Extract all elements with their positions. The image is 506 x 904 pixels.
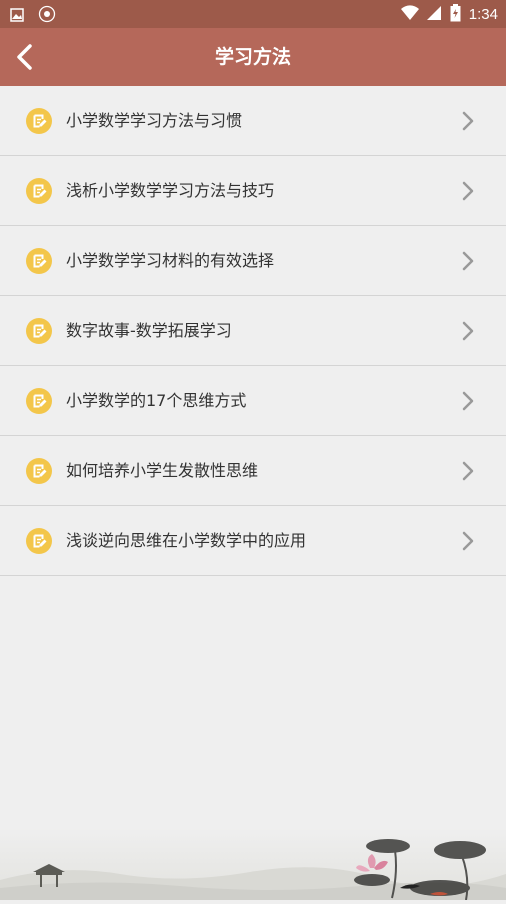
list-item[interactable]: 如何培养小学生发散性思维 [0,436,506,506]
note-icon [26,248,52,274]
list-item-label: 小学数学学习方法与习惯 [66,111,243,130]
list-item-label: 小学数学学习材料的有效选择 [66,251,275,270]
list-item-label: 如何培养小学生发散性思维 [66,461,259,480]
list-item[interactable]: 小学数学学习方法与习惯 [0,86,506,156]
note-icon [26,108,52,134]
list-item-label: 小学数学的17个思维方式 [66,391,247,410]
chevron-right-icon [460,530,476,552]
list-item[interactable]: 小学数学的17个思维方式 [0,366,506,436]
badge-icon [38,5,56,27]
chevron-right-icon [460,180,476,202]
note-icon [26,178,52,204]
method-list: 小学数学学习方法与习惯 浅析小学数学学习方法与技巧 小学数学学习材料的有效选择 … [0,86,506,576]
signal-icon [426,5,442,25]
chevron-right-icon [460,250,476,272]
app-bar: 学习方法 [0,28,506,86]
chevron-right-icon [460,110,476,132]
note-icon [26,528,52,554]
note-icon [26,318,52,344]
battery-icon [450,4,461,26]
list-item-label: 浅析小学数学学习方法与技巧 [66,181,275,200]
list-item[interactable]: 小学数学学习材料的有效选择 [0,226,506,296]
list-item[interactable]: 浅谈逆向思维在小学数学中的应用 [0,506,506,576]
page-title: 学习方法 [214,46,291,68]
ink-landscape-decoration [0,828,506,901]
chevron-right-icon [460,390,476,412]
status-time: 1:34 [468,6,498,23]
list-item-label: 数字故事-数学拓展学习 [66,321,232,340]
wifi-icon [400,5,419,25]
status-bar: 1:34 [0,0,506,28]
list-item[interactable]: 浅析小学数学学习方法与技巧 [0,156,506,226]
chevron-right-icon [460,460,476,482]
chevron-right-icon [460,320,476,342]
list-item-label: 浅谈逆向思维在小学数学中的应用 [66,531,307,550]
list-item[interactable]: 数字故事-数学拓展学习 [0,296,506,366]
note-icon [26,388,52,414]
image-icon [10,7,24,26]
note-icon [26,458,52,484]
